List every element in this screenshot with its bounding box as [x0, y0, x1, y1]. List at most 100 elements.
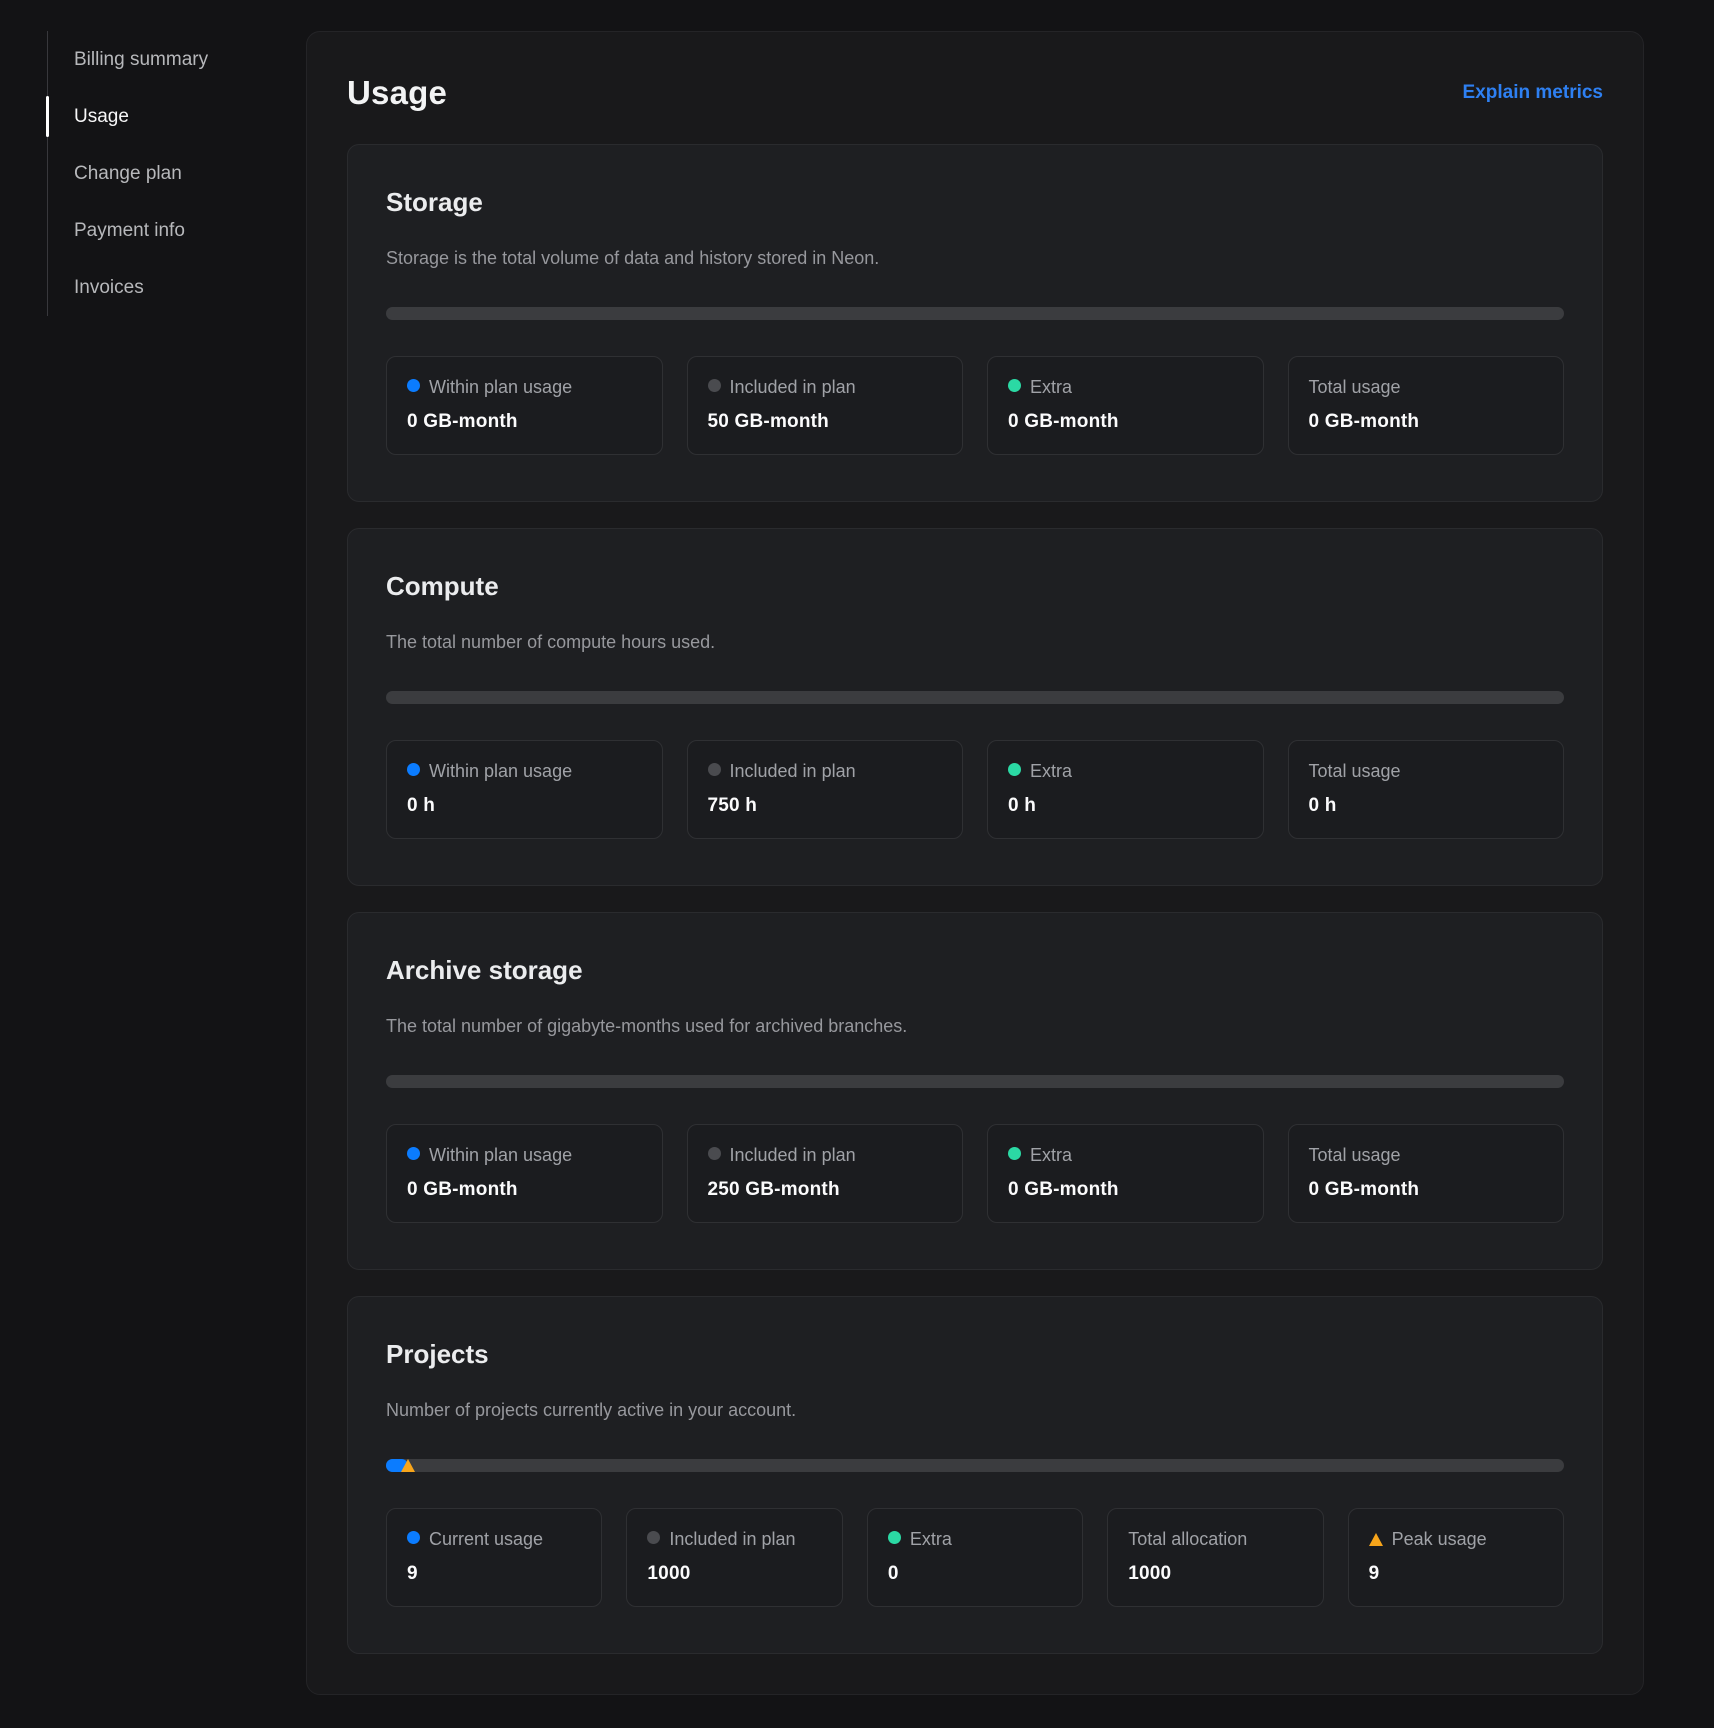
stat-label: Extra [1030, 758, 1072, 786]
stat-value: 250 GB-month [708, 1179, 943, 1201]
storage-stats-row: Within plan usage 0 GB-month Included in… [386, 356, 1564, 455]
sidebar-item-label: Usage [74, 106, 129, 128]
green-dot-icon [1008, 379, 1021, 392]
stat-label-row: Total usage [1309, 758, 1544, 786]
stat-value: 0 [888, 1563, 1062, 1585]
stat-label: Included in plan [730, 758, 856, 786]
green-dot-icon [1008, 1147, 1021, 1160]
sidebar-item-label: Payment info [74, 220, 185, 242]
stat-value: 1000 [1128, 1563, 1302, 1585]
sidebar-item-label: Change plan [74, 163, 182, 185]
sidebar-item-usage[interactable]: Usage [48, 88, 277, 145]
stat-label: Included in plan [730, 1142, 856, 1170]
peak-triangle-icon [1369, 1533, 1383, 1546]
gray-dot-icon [708, 379, 721, 392]
compute-progress-bar [386, 691, 1564, 704]
blue-dot-icon [407, 763, 420, 776]
stat-card-within-plan: Within plan usage 0 h [386, 740, 663, 839]
stat-label: Within plan usage [429, 1142, 572, 1170]
stat-card-peak-usage: Peak usage 9 [1348, 1508, 1564, 1607]
sidebar-item-invoices[interactable]: Invoices [48, 259, 277, 316]
stat-label-row: Extra [1008, 758, 1243, 786]
stat-label: Total usage [1309, 758, 1401, 786]
stat-value: 0 GB-month [1008, 1179, 1243, 1201]
stat-label: Extra [1030, 374, 1072, 402]
stat-label-row: Extra [1008, 1142, 1243, 1170]
stat-card-total-usage: Total usage 0 h [1288, 740, 1565, 839]
stat-card-extra: Extra 0 GB-month [987, 356, 1264, 455]
blue-dot-icon [407, 379, 420, 392]
green-dot-icon [888, 1531, 901, 1544]
projects-progress-bar [386, 1459, 1564, 1472]
stat-label-row: Within plan usage [407, 758, 642, 786]
stat-label-row: Peak usage [1369, 1526, 1543, 1554]
usage-panel: Usage Explain metrics Storage Storage is… [306, 31, 1644, 1695]
stat-card-included-in-plan: Included in plan 1000 [626, 1508, 842, 1607]
stat-label: Total allocation [1128, 1526, 1247, 1554]
projects-section: Projects Number of projects currently ac… [347, 1296, 1603, 1654]
stat-value: 0 GB-month [407, 1179, 642, 1201]
section-title: Compute [386, 571, 1564, 602]
sidebar-item-billing-summary[interactable]: Billing summary [48, 31, 277, 88]
stat-label: Extra [1030, 1142, 1072, 1170]
stat-value: 0 h [1309, 795, 1544, 817]
stat-card-within-plan: Within plan usage 0 GB-month [386, 356, 663, 455]
stat-label-row: Included in plan [708, 1142, 943, 1170]
stat-value: 0 h [1008, 795, 1243, 817]
stat-label-row: Extra [888, 1526, 1062, 1554]
stat-card-current-usage: Current usage 9 [386, 1508, 602, 1607]
storage-section: Storage Storage is the total volume of d… [347, 144, 1603, 502]
compute-stats-row: Within plan usage 0 h Included in plan 7… [386, 740, 1564, 839]
gray-dot-icon [708, 1147, 721, 1160]
section-title: Projects [386, 1339, 1564, 1370]
stat-label-row: Included in plan [647, 1526, 821, 1554]
blue-dot-icon [407, 1147, 420, 1160]
stat-label: Within plan usage [429, 758, 572, 786]
stat-card-included-in-plan: Included in plan 750 h [687, 740, 964, 839]
page-title: Usage [347, 74, 447, 112]
section-description: The total number of gigabyte-months used… [386, 1016, 1564, 1037]
stat-label: Peak usage [1392, 1526, 1487, 1554]
sidebar-item-change-plan[interactable]: Change plan [48, 145, 277, 202]
stat-label-row: Total usage [1309, 374, 1544, 402]
stat-label: Extra [910, 1526, 952, 1554]
section-description: Storage is the total volume of data and … [386, 248, 1564, 269]
stat-card-within-plan: Within plan usage 0 GB-month [386, 1124, 663, 1223]
projects-stats-row: Current usage 9 Included in plan 1000 Ex… [386, 1508, 1564, 1607]
stat-label-row: Included in plan [708, 374, 943, 402]
compute-section: Compute The total number of compute hour… [347, 528, 1603, 886]
stat-value: 50 GB-month [708, 411, 943, 433]
section-description: Number of projects currently active in y… [386, 1400, 1564, 1421]
archive-progress-bar [386, 1075, 1564, 1088]
sidebar-item-label: Invoices [74, 277, 144, 299]
stat-value: 9 [1369, 1563, 1543, 1585]
stat-value: 0 GB-month [407, 411, 642, 433]
stat-card-total-allocation: Total allocation 1000 [1107, 1508, 1323, 1607]
stat-label: Total usage [1309, 1142, 1401, 1170]
projects-peak-marker-icon [401, 1459, 415, 1472]
stat-label-row: Total allocation [1128, 1526, 1302, 1554]
stat-value: 0 h [407, 795, 642, 817]
stat-value: 0 GB-month [1309, 411, 1544, 433]
sidebar-item-label: Billing summary [74, 49, 208, 71]
sidebar-item-payment-info[interactable]: Payment info [48, 202, 277, 259]
archive-storage-section: Archive storage The total number of giga… [347, 912, 1603, 1270]
stat-value: 0 GB-month [1008, 411, 1243, 433]
stat-label: Total usage [1309, 374, 1401, 402]
panel-header: Usage Explain metrics [347, 66, 1603, 112]
stat-label-row: Included in plan [708, 758, 943, 786]
stat-label-row: Within plan usage [407, 374, 642, 402]
stat-card-included-in-plan: Included in plan 50 GB-month [687, 356, 964, 455]
stat-card-extra: Extra 0 [867, 1508, 1083, 1607]
stat-label: Current usage [429, 1526, 543, 1554]
stat-label-row: Total usage [1309, 1142, 1544, 1170]
blue-dot-icon [407, 1531, 420, 1544]
explain-metrics-link[interactable]: Explain metrics [1463, 82, 1603, 104]
section-description: The total number of compute hours used. [386, 632, 1564, 653]
stat-value: 1000 [647, 1563, 821, 1585]
stat-label: Within plan usage [429, 374, 572, 402]
green-dot-icon [1008, 763, 1021, 776]
stat-card-total-usage: Total usage 0 GB-month [1288, 1124, 1565, 1223]
stat-label-row: Current usage [407, 1526, 581, 1554]
stat-value: 9 [407, 1563, 581, 1585]
